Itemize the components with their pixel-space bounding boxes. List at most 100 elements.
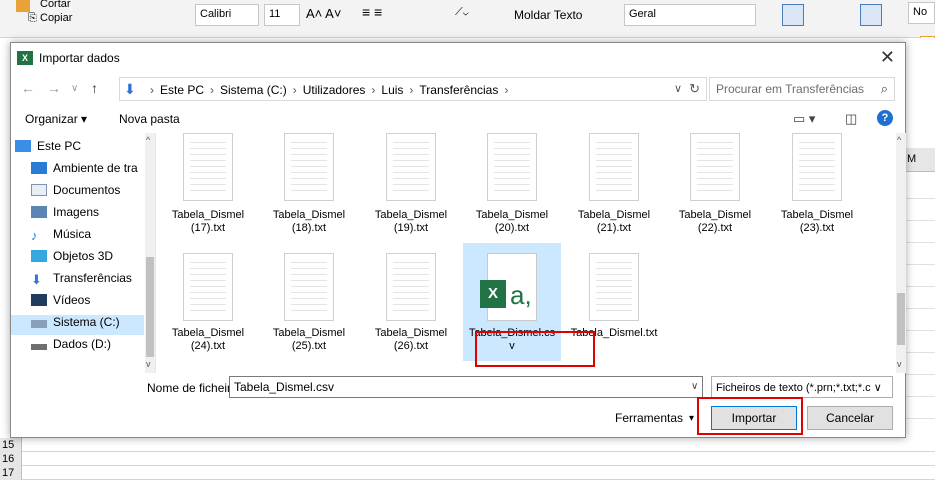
tree-item-music[interactable]: ♪ Música	[31, 227, 143, 247]
gridline	[903, 374, 935, 375]
recent-chevron-icon[interactable]: ∨	[71, 83, 78, 94]
align-icon[interactable]: ≡ ≡	[362, 4, 382, 20]
row-number[interactable]: 17	[0, 466, 22, 480]
sheet-row[interactable]: 15	[0, 438, 935, 452]
font-name-box[interactable]: Calibri	[195, 4, 259, 26]
number-format-box[interactable]: Geral	[624, 4, 756, 26]
file-item[interactable]: Tabela_Dismel (18).txt	[260, 133, 358, 237]
breadcrumb-transferencias[interactable]: Transferências	[419, 83, 498, 97]
file-name-extension: (19).txt	[393, 222, 429, 234]
copy-button[interactable]: Copiar	[40, 12, 72, 24]
text-line	[190, 262, 226, 263]
text-line	[393, 160, 429, 161]
tree-item-documents[interactable]: Documentos	[31, 183, 143, 203]
files-scrollbar[interactable]: ^ v	[896, 133, 906, 373]
file-item[interactable]: Tabela_Dismel (22).txt	[666, 133, 764, 237]
tree-item-3d-objects[interactable]: Objetos 3D	[31, 249, 143, 269]
tree-item-downloads[interactable]: ⬇ Transferências	[31, 271, 143, 291]
filename-field[interactable]: Tabela_Dismel.csv	[229, 376, 703, 398]
new-folder-button[interactable]: Nova pasta	[119, 112, 180, 126]
scrollbar-thumb[interactable]	[897, 293, 905, 345]
address-dropdown-icon[interactable]: ∨	[674, 82, 682, 95]
text-file-icon	[589, 133, 639, 201]
font-size-box[interactable]: 11	[264, 4, 300, 26]
text-line	[697, 160, 733, 161]
sheet-row[interactable]: 17	[0, 466, 935, 480]
cancel-button[interactable]: Cancelar	[807, 406, 893, 430]
file-item[interactable]: Tabela_Dismel (26).txt	[362, 243, 460, 361]
breadcrumb-sistema[interactable]: Sistema (C:)	[220, 83, 287, 97]
font-grow-icon[interactable]: A˄ A˅	[306, 6, 341, 21]
up-arrow-icon[interactable]: ↑	[91, 80, 98, 96]
file-item[interactable]: Tabela_Dismel (23).txt	[768, 133, 866, 237]
view-options-icon[interactable]: ▭ ▾	[793, 111, 815, 127]
text-line	[393, 166, 429, 167]
text-line	[596, 298, 632, 299]
search-icon[interactable]: ⌕	[881, 81, 888, 97]
scroll-up-icon[interactable]: ^	[146, 135, 150, 145]
organize-button[interactable]: Organizar ▾	[25, 112, 87, 126]
breadcrumb-este-pc[interactable]: Este PC	[160, 83, 204, 97]
text-line	[596, 172, 632, 173]
ribbon-edge-1[interactable]: No	[908, 2, 935, 24]
text-line	[697, 166, 733, 167]
tree-item-videos[interactable]: Vídeos	[31, 293, 143, 313]
address-bar[interactable]: ⬇ › Este PC › Sistema (C:) › Utilizadores › Lui…	[119, 77, 707, 101]
file-item[interactable]: Tabela_Dismel (24).txt	[159, 243, 257, 361]
scroll-down-icon[interactable]: v	[146, 359, 151, 369]
paste-icon[interactable]	[16, 0, 30, 12]
breadcrumb-utilizadores[interactable]: Utilizadores	[303, 83, 366, 97]
format-table-icon[interactable]	[860, 4, 882, 26]
scroll-down-icon[interactable]: v	[897, 359, 902, 369]
tree-item-este-pc[interactable]: Este PC	[15, 139, 127, 159]
text-line	[393, 148, 429, 149]
column-header[interactable]: M	[903, 148, 935, 172]
sheet-row[interactable]: 16	[0, 452, 935, 466]
tools-button[interactable]: Ferramentas	[615, 411, 683, 425]
scroll-up-icon[interactable]: ^	[897, 135, 901, 145]
orientation-icon[interactable]: ⟋⌄	[455, 6, 469, 19]
text-line	[697, 154, 733, 155]
row-number[interactable]: 15	[0, 438, 22, 452]
conditional-format-icon[interactable]	[782, 4, 804, 26]
cut-button[interactable]: Cortar	[40, 0, 71, 10]
text-line	[291, 166, 327, 167]
search-input[interactable]	[716, 82, 866, 96]
close-icon[interactable]: ✕	[880, 47, 895, 68]
text-line	[596, 142, 632, 143]
preview-pane-icon[interactable]: ◫	[845, 111, 857, 127]
back-arrow-icon[interactable]: ←	[21, 80, 35, 96]
nav-scrollbar[interactable]: ^ v	[145, 133, 155, 373]
file-item[interactable]: Tabela_Dismel (17).txt	[159, 133, 257, 237]
file-type-select[interactable]: Ficheiros de texto (*.prn;*.txt;*.c ∨	[711, 376, 893, 398]
wrap-text-button[interactable]: Moldar Texto	[514, 8, 582, 22]
excel-app-icon: X	[17, 51, 33, 65]
text-line	[393, 268, 429, 269]
refresh-icon[interactable]: ↻	[689, 81, 700, 97]
tree-item-data-d[interactable]: Dados (D:)	[31, 337, 143, 357]
file-item[interactable]: Tabela_Dismel (20).txt	[463, 133, 561, 237]
tree-item-system-c[interactable]: Sistema (C:)	[11, 315, 144, 335]
file-item[interactable]: Tabela_Dismel (25).txt	[260, 243, 358, 361]
help-icon[interactable]: ?	[877, 110, 893, 126]
tools-dropdown-icon[interactable]: ▾	[689, 413, 694, 424]
file-item[interactable]: Tabela_Dismel (21).txt	[565, 133, 663, 237]
text-line	[596, 184, 632, 185]
forward-arrow-icon[interactable]: →	[47, 80, 61, 96]
text-line	[799, 166, 835, 167]
row-number[interactable]: 16	[0, 452, 22, 466]
text-line	[393, 298, 429, 299]
filename-dropdown-icon[interactable]: ∨	[691, 381, 698, 392]
gridline	[903, 418, 935, 419]
scrollbar-thumb[interactable]	[146, 257, 154, 357]
copy-icon[interactable]: ⎘	[28, 12, 37, 25]
tree-item-pictures[interactable]: Imagens	[31, 205, 143, 225]
breadcrumb-luis[interactable]: Luis	[381, 83, 403, 97]
tree-item-desktop[interactable]: Ambiente de tra	[31, 161, 143, 181]
file-name: Tabela_Dismel	[374, 327, 448, 339]
file-item[interactable]: Tabela_Dismel (19).txt	[362, 133, 460, 237]
search-box[interactable]: ⌕	[709, 77, 895, 101]
text-line	[190, 184, 226, 185]
text-line	[596, 166, 632, 167]
text-file-icon	[690, 133, 740, 201]
